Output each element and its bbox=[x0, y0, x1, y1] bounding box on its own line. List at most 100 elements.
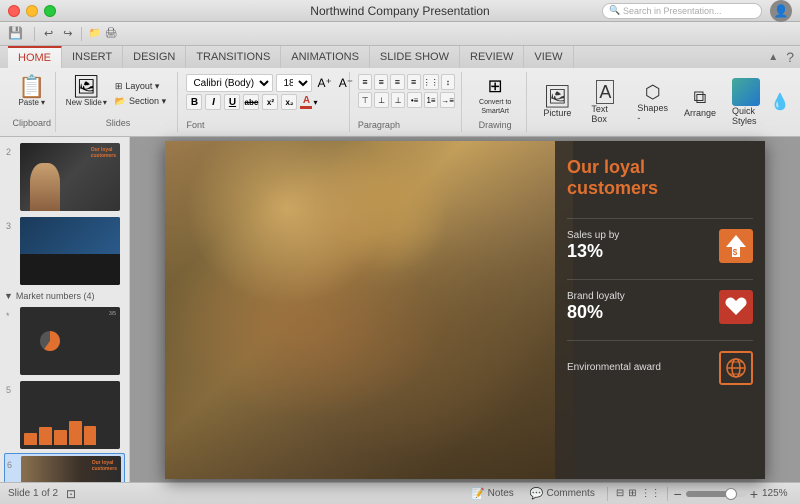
shapes-icon: ⬡ bbox=[645, 82, 661, 103]
slide-pie-4a bbox=[40, 331, 60, 351]
tab-insert[interactable]: INSERT bbox=[62, 46, 123, 68]
shapes-button[interactable]: ⬡ Shapes - bbox=[631, 79, 674, 126]
font-family-select[interactable]: Calibri (Body) bbox=[186, 74, 273, 92]
tab-home[interactable]: HOME bbox=[8, 46, 62, 68]
zoom-controls: ⊟ ⊞ ⋮⋮ − + 125% bbox=[616, 486, 792, 502]
picture-button[interactable]: 🖼 Picture bbox=[535, 83, 579, 121]
zoom-out-button[interactable]: − bbox=[674, 486, 682, 502]
zoom-in-button[interactable]: + bbox=[750, 486, 758, 502]
underline-button[interactable]: U bbox=[224, 94, 240, 110]
slide-fit-icon[interactable]: ⊡ bbox=[66, 487, 76, 501]
slide-num-3: 3 bbox=[6, 217, 16, 231]
font-size-select[interactable]: 18 bbox=[276, 74, 312, 92]
slide-info: Slide 1 of 2 bbox=[8, 488, 58, 499]
redo-icon[interactable]: ↪ bbox=[60, 27, 75, 40]
tab-view[interactable]: VIEW bbox=[524, 46, 573, 68]
quick-styles-button[interactable]: Quick Styles bbox=[726, 75, 766, 129]
separator-zoom bbox=[667, 487, 668, 501]
view-grid-icon[interactable]: ⋮⋮ bbox=[641, 488, 661, 499]
notes-icon: 📝 bbox=[471, 487, 485, 500]
column-button[interactable]: ⋮⋮ bbox=[423, 74, 439, 90]
tab-design[interactable]: DESIGN bbox=[123, 46, 186, 68]
notes-button[interactable]: 📝 Notes bbox=[467, 487, 518, 500]
increase-font-size[interactable]: A⁺ bbox=[315, 76, 333, 90]
align-right-button[interactable]: ≡ bbox=[390, 74, 404, 90]
slide-overlay: Our loyal customers Sales up by 13% $ bbox=[555, 141, 765, 479]
bold-button[interactable]: B bbox=[186, 94, 202, 110]
slide-thumb-3[interactable]: 3 bbox=[4, 215, 125, 287]
color-dropper-button[interactable]: 💧 bbox=[770, 82, 790, 122]
slide-thumb-4a[interactable]: * 3/5 bbox=[4, 305, 125, 377]
layout-button[interactable]: ⊞ Layout ▾ bbox=[111, 80, 170, 93]
tab-slideshow[interactable]: SLIDE SHOW bbox=[370, 46, 460, 68]
maximize-button[interactable] bbox=[44, 5, 56, 17]
strikethrough-button[interactable]: abc bbox=[243, 94, 259, 110]
separator bbox=[34, 27, 35, 41]
align-bottom-button[interactable]: ⊥ bbox=[391, 92, 405, 108]
convert-to-smartart-button[interactable]: ⊞ Convert to SmartArt bbox=[470, 74, 521, 116]
tab-transitions[interactable]: TRANSITIONS bbox=[186, 46, 281, 68]
close-button[interactable] bbox=[8, 5, 20, 17]
indent-button[interactable]: →≡ bbox=[440, 92, 455, 108]
tab-animations[interactable]: ANIMATIONS bbox=[281, 46, 370, 68]
font-group: Calibri (Body) 18 A⁺ A⁻ B I U abc x² x₂ … bbox=[180, 72, 349, 132]
slide-person-2 bbox=[30, 163, 60, 211]
stat-label-2: Brand loyalty bbox=[567, 291, 625, 302]
slide-num-5: 5 bbox=[6, 381, 16, 395]
search-bar[interactable]: 🔍 Search in Presentation... bbox=[602, 3, 762, 19]
subscript-button[interactable]: x₂ bbox=[281, 94, 297, 110]
numbered-list-button[interactable]: 1≡ bbox=[424, 92, 438, 108]
ribbon-content: 📋 Paste▾ Clipboard 🖼 New Slide▾ ⊞ bbox=[0, 68, 800, 136]
divider-1 bbox=[567, 218, 753, 219]
tab-review[interactable]: REVIEW bbox=[460, 46, 524, 68]
section-button[interactable]: 📂 Section ▾ bbox=[111, 95, 170, 108]
print-icon[interactable]: 🖨 bbox=[105, 28, 118, 39]
minimize-button[interactable] bbox=[26, 5, 38, 17]
slide-thumb-2[interactable]: 2 Our loyalcustomers bbox=[4, 141, 125, 213]
divider-3 bbox=[567, 340, 753, 341]
text-box-button[interactable]: A Text Box bbox=[583, 77, 627, 127]
bar-3 bbox=[54, 430, 67, 445]
zoom-slider-thumb[interactable] bbox=[725, 488, 737, 500]
zoom-slider[interactable] bbox=[686, 491, 746, 497]
comments-button[interactable]: 💬 Comments bbox=[526, 487, 599, 500]
bullet-list-button[interactable]: •≡ bbox=[407, 92, 421, 108]
slide-canvas[interactable]: Our loyal customers Sales up by 13% $ bbox=[165, 141, 765, 479]
slide-preview-3 bbox=[20, 217, 120, 285]
view-outline-icon[interactable]: ⊞ bbox=[628, 488, 636, 499]
paste-button[interactable]: 📋 Paste▾ bbox=[18, 76, 45, 107]
new-slide-button[interactable]: 🖼 New Slide▾ bbox=[66, 76, 107, 107]
font-color-button[interactable]: A ▾ bbox=[300, 95, 317, 109]
align-left-button[interactable]: ≡ bbox=[358, 74, 372, 90]
text-direction-button[interactable]: ↕ bbox=[441, 74, 455, 90]
undo-icon[interactable]: ↩ bbox=[41, 27, 56, 40]
paste-group: 📋 Paste▾ Clipboard bbox=[8, 72, 56, 132]
collapse-ribbon-icon[interactable]: ▲ bbox=[768, 52, 778, 63]
slide-num-pie: 3/5 bbox=[109, 311, 116, 317]
align-top-button[interactable]: ⊤ bbox=[358, 92, 372, 108]
help-icon[interactable]: ? bbox=[786, 49, 794, 65]
italic-button[interactable]: I bbox=[205, 94, 221, 110]
status-bar: Slide 1 of 2 ⊡ 📝 Notes 💬 Comments ⊟ ⊞ ⋮⋮… bbox=[0, 482, 800, 504]
user-avatar[interactable]: 👤 bbox=[770, 0, 792, 22]
slide-num-2: 2 bbox=[6, 143, 16, 157]
titlebar-right: 🔍 Search in Presentation... 👤 bbox=[602, 0, 792, 22]
bar-1 bbox=[24, 433, 37, 445]
slide-photo bbox=[165, 141, 573, 479]
bar-2 bbox=[39, 427, 52, 445]
slide-title: Our loyal customers bbox=[567, 157, 753, 200]
slide-thumb-6[interactable]: 6 Our loyalcustomers 13% 80% bbox=[4, 453, 125, 482]
align-middle-button[interactable]: ⊥ bbox=[374, 92, 388, 108]
slide-thumb-5[interactable]: 5 bbox=[4, 379, 125, 451]
window-title: Northwind Company Presentation bbox=[310, 4, 489, 18]
align-center-button[interactable]: ≡ bbox=[374, 74, 388, 90]
stat-text-3: Environmental award bbox=[567, 362, 661, 373]
arrange-icon: ⧉ bbox=[694, 87, 707, 108]
justify-button[interactable]: ≡ bbox=[407, 74, 421, 90]
arrange-button[interactable]: ⧉ Arrange bbox=[678, 84, 722, 121]
save-icon[interactable]: 💾 bbox=[8, 26, 28, 42]
superscript-button[interactable]: x² bbox=[262, 94, 278, 110]
view-normal-icon[interactable]: ⊟ bbox=[616, 488, 624, 499]
slide-preview-4a: 3/5 bbox=[20, 307, 120, 375]
folder-icon[interactable]: 📁 bbox=[88, 28, 100, 39]
